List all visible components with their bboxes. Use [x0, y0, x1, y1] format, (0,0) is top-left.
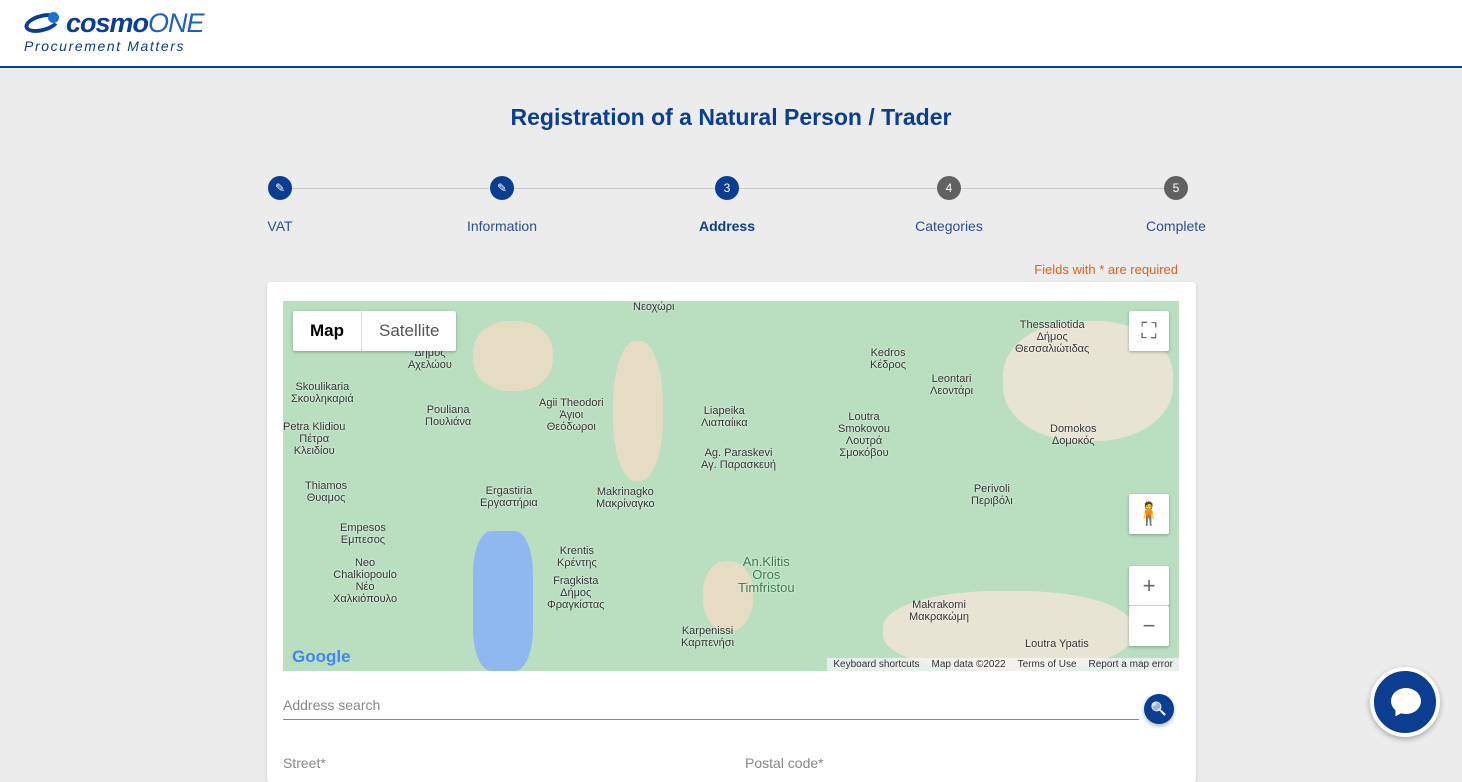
map-label: Loutra Ypatis [1025, 638, 1089, 650]
map-label: Thessaliotida Δήμος Θεσσαλιώτιδας [1015, 319, 1090, 355]
map-label: Ag. Paraskevi Αγ. Παρασκευή [701, 447, 776, 471]
map-label: Liapeika Λιαπαίικα [701, 405, 748, 429]
map-label: Perivoli Περιβόλι [971, 483, 1013, 507]
map-type-control: Map Satellite [293, 311, 457, 351]
required-fields-note: Fields with * are required [1034, 262, 1178, 277]
chat-button[interactable] [1370, 667, 1440, 737]
google-logo[interactable]: Google [292, 647, 351, 667]
map-type-satellite-button[interactable]: Satellite [362, 311, 456, 351]
step-information[interactable]: ✎ Information [442, 176, 562, 234]
step-vat[interactable]: ✎ VAT [220, 176, 340, 234]
map-label: Νεοχώρι [633, 301, 675, 313]
page-title: Registration of a Natural Person / Trade… [510, 104, 952, 130]
map-label: Loutra Smokovou Λουτρά Σμοκόβου [838, 411, 890, 459]
map-label: Makrakomi Μακρακώμη [909, 599, 970, 623]
terrain [613, 341, 663, 481]
step-complete[interactable]: 5 Complete [1116, 176, 1236, 234]
pencil-icon: ✎ [490, 176, 514, 200]
header: cosmoONE Procurement Matters [0, 0, 1462, 68]
map-label: Fragkista Δήμος Φραγκίστας [547, 575, 605, 611]
map-label: Neo Chalkiopoulo Νέο Χαλκιόπουλο [333, 557, 398, 605]
step-number: 5 [1164, 176, 1188, 200]
logo-tagline: Procurement Matters [24, 38, 186, 54]
map-label: Empesos Εμπεσος [340, 522, 386, 546]
map-label: Leontari Λεοντάρι [930, 373, 974, 397]
street-field-label[interactable]: Street* [283, 755, 326, 771]
map-label: Skoulikaria Σκουληκαριά [291, 381, 354, 405]
map-label: Agii Theodori Άγιοι Θεόδωροι [539, 397, 604, 433]
logo-brand: cosmoONE [66, 8, 205, 38]
map-label: Thiamos Θυαμος [305, 480, 348, 504]
step-categories[interactable]: 4 Categories [889, 176, 1009, 234]
map[interactable]: Νεοχώρι Δήμος Αχελώου Skoulikaria Σκουλη… [283, 301, 1179, 671]
lake [473, 531, 533, 671]
map-label: Domokos Δομοκός [1050, 423, 1097, 447]
fullscreen-icon[interactable]: ⛶ [1129, 311, 1169, 351]
keyboard-shortcuts-link[interactable]: Keyboard shortcuts [833, 659, 919, 670]
search-icon: 🔍 [1150, 701, 1168, 716]
step-address[interactable]: 3 Address [667, 176, 787, 234]
map-type-map-button[interactable]: Map [293, 311, 362, 351]
terrain [473, 321, 553, 391]
map-attribution: Keyboard shortcuts Map data ©2022 Terms … [827, 658, 1179, 671]
map-label: Petra Klidiou Πέτρα Κλειδίου [283, 421, 346, 457]
step-number: 4 [937, 176, 961, 200]
pencil-icon: ✎ [268, 176, 292, 200]
search-button[interactable]: 🔍 [1144, 694, 1174, 724]
logo-dot-icon [48, 12, 59, 23]
zoom-in-button[interactable]: + [1129, 566, 1169, 606]
step-number: 3 [715, 176, 739, 200]
postal-code-field-label[interactable]: Postal code* [745, 755, 824, 771]
map-label: Ergastiria Εργαστήρια [480, 485, 538, 509]
map-label: Pouliana Πουλιάνα [425, 404, 472, 428]
map-label: Kedros Κέδρος [870, 347, 907, 371]
map-label: An.Klitis Oros Timfristou [738, 554, 795, 595]
terms-link[interactable]: Terms of Use [1018, 659, 1077, 670]
map-label: Makrinagko Μακρίναγκο [596, 486, 655, 510]
cosmoone-logo[interactable]: cosmoONE Procurement Matters [22, 8, 222, 56]
address-search-input[interactable]: Address search [283, 697, 1139, 720]
map-data-text: Map data ©2022 [931, 659, 1006, 670]
pegman-icon[interactable]: 🧍 [1129, 494, 1169, 534]
report-error-link[interactable]: Report a map error [1089, 659, 1173, 670]
map-label: Karpenissi Καρπενήσι [681, 625, 735, 649]
zoom-out-button[interactable]: − [1129, 606, 1169, 646]
map-label: Krentis Κρέντης [557, 545, 597, 569]
